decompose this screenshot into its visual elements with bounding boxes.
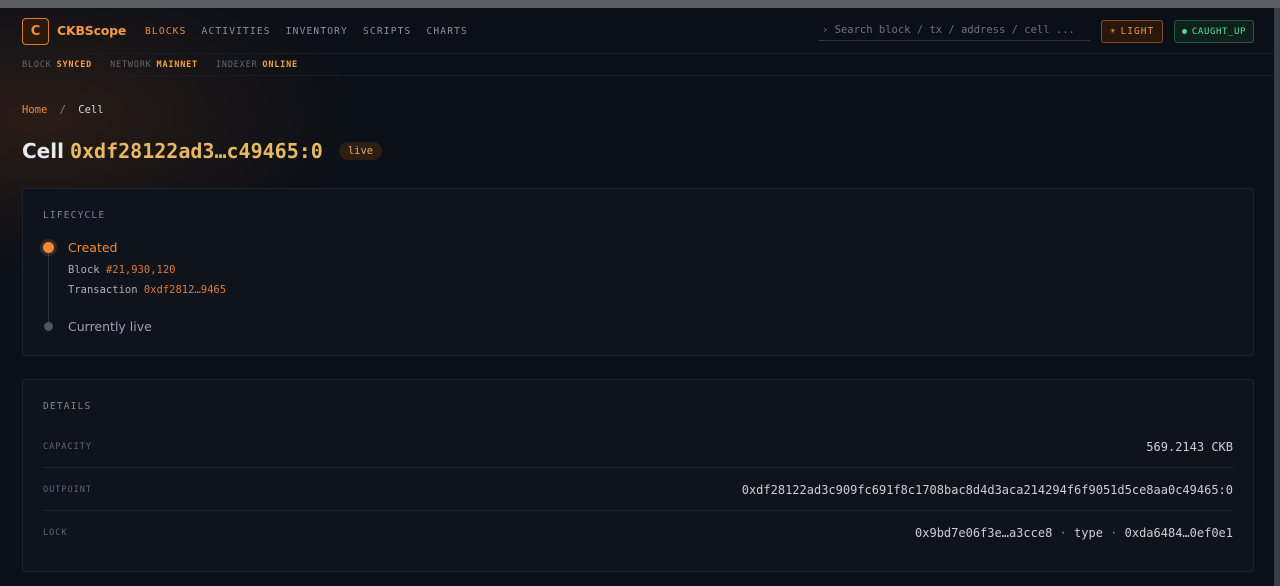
sync-status-badge[interactable]: CAUGHT_UP <box>1174 20 1254 43</box>
timeline-live-label: Currently live <box>68 319 152 334</box>
timeline-block-row: Block #21,930,120 <box>68 264 175 276</box>
lock-label: LOCK <box>43 528 68 538</box>
lock-type-label: type <box>1074 526 1103 540</box>
outpoint-value: 0xdf28122ad3c909fc691f8c1708bac8d4d3aca2… <box>741 482 1233 497</box>
sync-status-label: CAUGHT_UP <box>1191 26 1247 37</box>
main-nav: BLOCKS ACTIVITIES INVENTORY SCRIPTS CHAR… <box>145 26 468 37</box>
page: C CKBScope BLOCKS ACTIVITIES INVENTORY S… <box>0 8 1274 586</box>
window-top-bar <box>0 0 1280 8</box>
breadcrumb-home-link[interactable]: Home <box>22 104 47 116</box>
status-indexer: INDEXER ONLINE <box>216 60 298 70</box>
lifecycle-heading: LIFECYCLE <box>43 210 106 221</box>
lock-type-hash: 0xda6484…0ef0e1 <box>1124 526 1233 540</box>
status-network-value: MAINNET <box>156 59 198 70</box>
status-indexer-value: ONLINE <box>262 59 298 70</box>
breadcrumb-separator: / <box>59 104 66 116</box>
top-header: C CKBScope BLOCKS ACTIVITIES INVENTORY S… <box>0 8 1274 54</box>
page-title-label: Cell <box>22 139 64 163</box>
status-block-label: BLOCK <box>22 59 52 70</box>
status-indexer-label: INDEXER <box>215 59 258 70</box>
lifecycle-card: LIFECYCLE Created Block #21,930,120 Tran… <box>22 188 1254 356</box>
detail-row-outpoint: OUTPOINT 0xdf28122ad3c909fc691f8c1708bac… <box>43 469 1233 511</box>
status-bar: BLOCK SYNCED NETWORK MAINNET INDEXER ONLINE <box>0 54 1274 76</box>
logo-icon[interactable]: C <box>22 18 49 45</box>
timeline-live-dot-icon <box>44 322 53 331</box>
theme-toggle-label: LIGHT <box>1120 26 1155 37</box>
timeline-tx-link[interactable]: 0xdf2812…9465 <box>144 284 226 296</box>
status-block: BLOCK SYNCED <box>22 60 92 70</box>
timeline-line <box>48 251 49 327</box>
scrollbar[interactable] <box>1274 8 1280 586</box>
nav-item-inventory[interactable]: INVENTORY <box>286 26 348 37</box>
lock-separator-2: · <box>1110 526 1118 540</box>
timeline-tx-label: Transaction <box>68 284 138 296</box>
brand-name[interactable]: CKBScope <box>57 23 126 38</box>
theme-toggle-button[interactable]: ☀ LIGHT <box>1101 20 1163 43</box>
detail-row-lock: LOCK 0x9bd7e06f3e…a3cce8 · type · 0xda64… <box>43 512 1233 554</box>
detail-row-capacity: CAPACITY 569.2143 CKB <box>43 426 1233 468</box>
nav-item-activities[interactable]: ACTIVITIES <box>202 26 271 37</box>
nav-item-charts[interactable]: CHARTS <box>426 26 468 37</box>
status-network: NETWORK MAINNET <box>110 60 198 70</box>
nav-item-scripts[interactable]: SCRIPTS <box>363 26 411 37</box>
status-badge: live <box>338 142 383 160</box>
timeline-created-dot-icon <box>43 242 54 253</box>
lock-hash: 0x9bd7e06f3e…a3cce8 <box>915 526 1053 540</box>
page-title-hash: 0xdf28122ad3…c49465:0 <box>69 139 323 163</box>
timeline-block-link[interactable]: #21,930,120 <box>106 264 176 276</box>
timeline-created-label: Created <box>68 240 118 255</box>
status-block-value: SYNCED <box>56 59 93 70</box>
search-input[interactable] <box>818 19 1090 41</box>
lock-value: 0x9bd7e06f3e…a3cce8 · type · 0xda6484…0e… <box>915 526 1233 540</box>
status-dot-icon <box>1181 29 1187 34</box>
lock-separator: · <box>1059 526 1067 540</box>
outpoint-label: OUTPOINT <box>43 484 92 495</box>
timeline-tx-row: Transaction 0xdf2812…9465 <box>68 284 226 296</box>
capacity-label: CAPACITY <box>43 441 92 452</box>
details-card: DETAILS CAPACITY 569.2143 CKB OUTPOINT 0… <box>22 379 1254 572</box>
capacity-value: 569.2143 CKB <box>1146 439 1233 454</box>
breadcrumb: Home / Cell <box>22 104 104 116</box>
nav-item-blocks[interactable]: BLOCKS <box>145 26 187 37</box>
breadcrumb-current: Cell <box>78 104 104 116</box>
status-network-label: NETWORK <box>110 59 152 70</box>
timeline-block-label: Block <box>68 264 100 276</box>
sun-icon: ☀ <box>1109 26 1117 37</box>
page-title: Cell 0xdf28122ad3…c49465:0 live <box>22 139 383 163</box>
details-heading: DETAILS <box>43 401 92 412</box>
